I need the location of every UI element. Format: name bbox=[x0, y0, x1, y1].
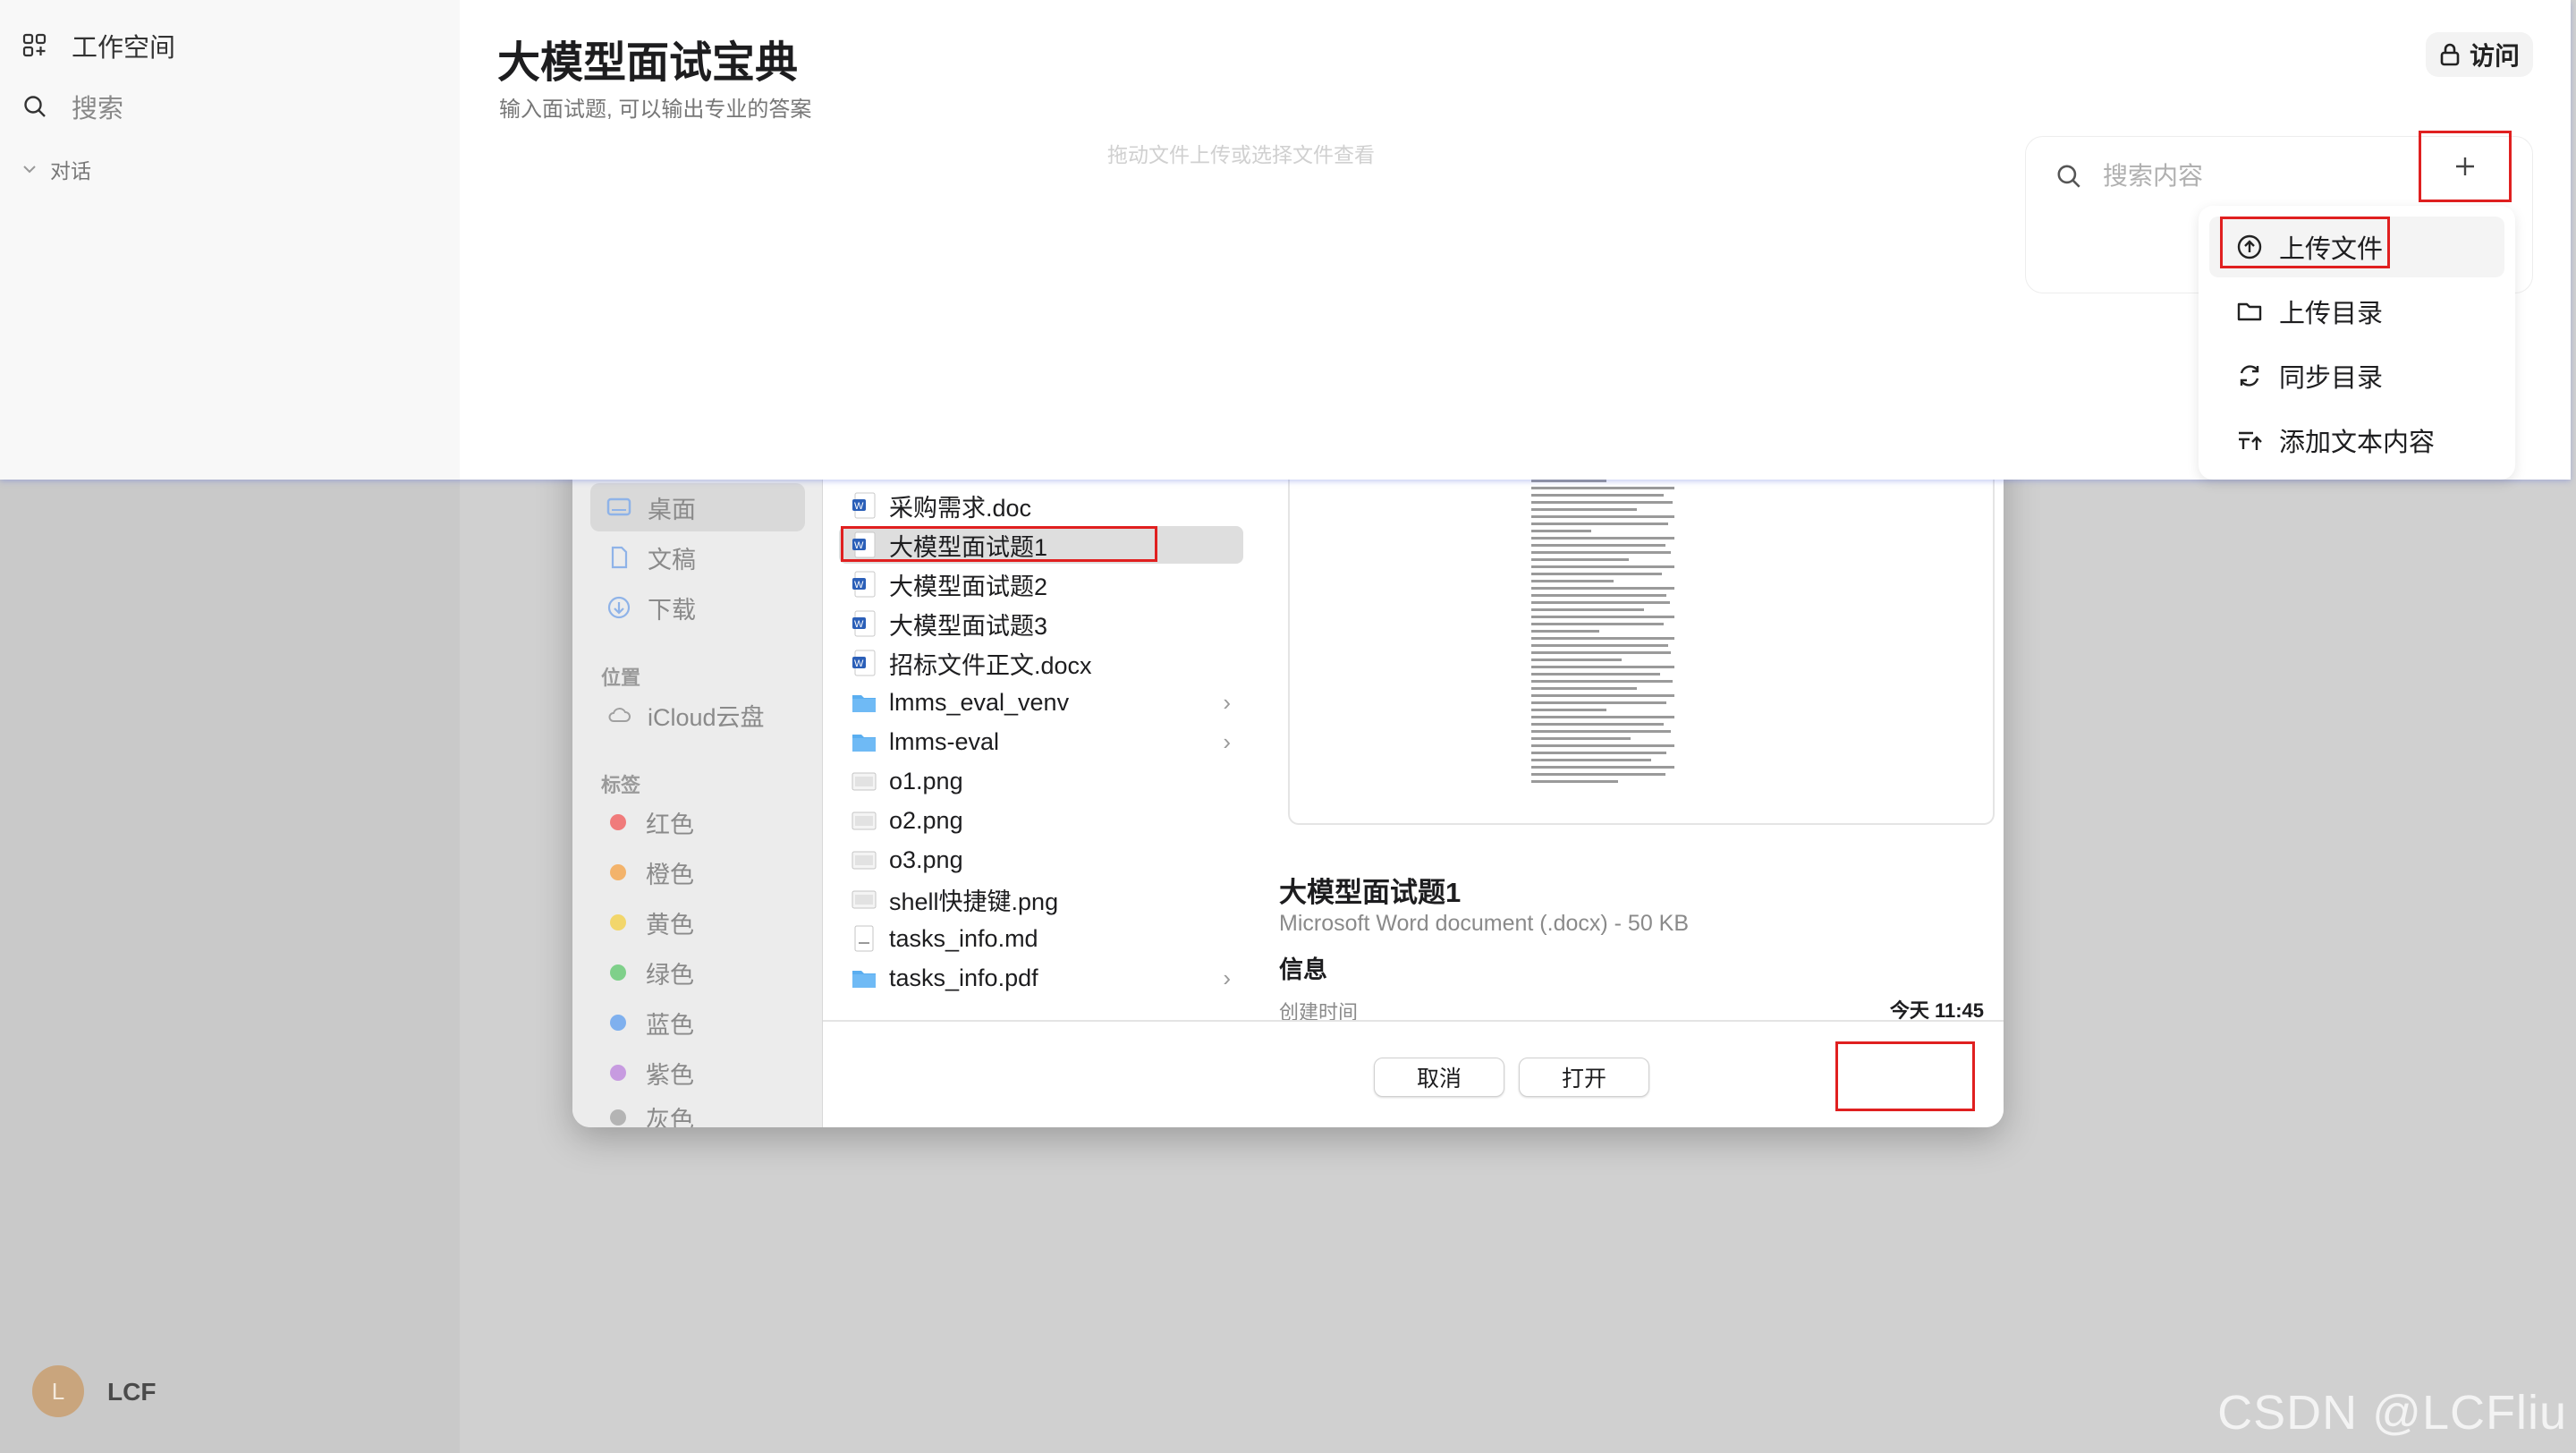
info-header: 信息 bbox=[1279, 956, 1327, 983]
dialog-footer: 取消 打开 bbox=[823, 1020, 2004, 1127]
tag-color-dot bbox=[610, 814, 626, 830]
file-row[interactable]: shell快捷键.png bbox=[839, 880, 1243, 918]
sidebar-item-icloud[interactable]: iCloud云盘 bbox=[590, 691, 805, 739]
tag-yellow[interactable]: 黄色 bbox=[590, 898, 805, 947]
preview-pane: 大模型面试题1 Microsoft Word document (.docx) … bbox=[1279, 421, 2004, 1024]
word-file-icon: W bbox=[852, 571, 876, 598]
svg-text:W: W bbox=[854, 619, 864, 630]
folder-icon bbox=[852, 695, 876, 712]
folder-icon bbox=[852, 971, 876, 988]
tag-color-dot bbox=[610, 1015, 626, 1031]
tag-color-dot bbox=[610, 864, 626, 880]
menu-item-upload-file[interactable]: 上传文件 bbox=[2209, 217, 2504, 277]
file-row[interactable]: W 大模型面试题2 bbox=[839, 565, 1243, 603]
document-preview bbox=[1288, 421, 1995, 825]
word-file-icon: W bbox=[852, 492, 876, 519]
search-icon bbox=[2055, 162, 2083, 195]
file-row[interactable]: W 采购需求.doc bbox=[839, 487, 1243, 524]
file-row[interactable]: lmms-eval › bbox=[839, 723, 1243, 760]
document-icon bbox=[611, 546, 628, 569]
folder-icon bbox=[852, 735, 876, 752]
workspace-icon bbox=[22, 33, 47, 57]
image-file-icon bbox=[852, 772, 877, 791]
nav-search[interactable]: 搜索 bbox=[21, 88, 123, 125]
tag-color-dot bbox=[610, 1065, 626, 1081]
tag-blue[interactable]: 蓝色 bbox=[590, 998, 805, 1047]
upload-menu: 上传文件 上传目录 同步目录 添加文本内容 bbox=[2199, 206, 2515, 480]
folder-icon bbox=[2237, 302, 2262, 321]
document-thumbnail bbox=[1531, 429, 1682, 805]
locations-header: 位置 bbox=[601, 667, 641, 689]
desktop-icon bbox=[606, 497, 631, 516]
image-file-icon bbox=[852, 890, 877, 909]
tag-red[interactable]: 红色 bbox=[590, 798, 805, 846]
sidebar-item-documents[interactable]: 文稿 bbox=[590, 533, 805, 582]
sidebar-item-downloads[interactable]: 下载 bbox=[590, 583, 805, 632]
drop-hint[interactable]: 拖动文件上传或选择文件查看 bbox=[1107, 138, 1375, 168]
upload-circle-icon bbox=[2237, 234, 2262, 259]
chevron-right-icon: › bbox=[1223, 688, 1231, 716]
tag-green[interactable]: 绿色 bbox=[590, 948, 805, 997]
watermark: CSDN @LCFliu bbox=[2217, 1386, 2567, 1440]
menu-item-upload-folder[interactable]: 上传目录 bbox=[2209, 281, 2504, 342]
chevron-right-icon: › bbox=[1223, 964, 1231, 991]
word-file-icon: W bbox=[852, 610, 876, 637]
word-file-icon: W bbox=[852, 531, 876, 558]
page-subtitle: 输入面试题, 可以输出专业的答案 bbox=[499, 98, 812, 122]
tag-color-dot bbox=[610, 1109, 626, 1126]
svg-text:W: W bbox=[854, 580, 864, 591]
nav-workspace[interactable]: 工作空间 bbox=[21, 27, 175, 64]
page-title: 大模型面试宝典 bbox=[497, 39, 799, 87]
dialog-sidebar: 桌面 文稿 下载 位置 iCloud云盘 标签 红色 橙色 黄色 绿色 蓝色 紫… bbox=[572, 421, 823, 1127]
tag-purple[interactable]: 紫色 bbox=[590, 1049, 805, 1097]
app-sidebar: 工作空间 搜索 对话 bbox=[0, 0, 460, 480]
lock-icon bbox=[2440, 43, 2460, 66]
avatar[interactable]: L bbox=[32, 1365, 84, 1417]
text-file-icon bbox=[854, 925, 874, 952]
file-row[interactable]: W 招标文件正文.docx bbox=[839, 644, 1243, 682]
svg-text:W: W bbox=[854, 659, 864, 669]
file-list: W 采购需求.doc W 大模型面试题1 W 大模型面试题2 W 大模型面试题3… bbox=[823, 421, 1261, 1020]
content-search-input[interactable] bbox=[2103, 158, 2407, 194]
open-button[interactable]: 打开 bbox=[1519, 1058, 1649, 1097]
cancel-button[interactable]: 取消 bbox=[1374, 1058, 1504, 1097]
download-icon bbox=[607, 596, 631, 619]
file-row[interactable]: o3.png bbox=[839, 841, 1243, 879]
add-button[interactable] bbox=[2419, 131, 2512, 202]
file-row[interactable]: tasks_info.md bbox=[839, 920, 1243, 957]
preview-file-type: Microsoft Word document (.docx) - 50 KB bbox=[1279, 911, 1690, 936]
svg-text:W: W bbox=[854, 540, 864, 551]
image-file-icon bbox=[852, 851, 877, 870]
add-text-icon bbox=[2239, 431, 2262, 450]
sidebar-item-desktop[interactable]: 桌面 bbox=[590, 483, 805, 531]
search-icon bbox=[24, 96, 46, 117]
menu-item-sync-folder[interactable]: 同步目录 bbox=[2209, 345, 2504, 406]
access-button[interactable]: 访问 bbox=[2426, 32, 2533, 77]
app-top-panel: 工作空间 搜索 对话 大模型面试宝典 输入面试题, 可以输出专业的答案 拖动文件… bbox=[0, 0, 2571, 480]
file-row[interactable]: W 大模型面试题3 bbox=[839, 605, 1243, 642]
image-file-icon bbox=[852, 811, 877, 830]
tag-gray[interactable]: 灰色 bbox=[590, 1093, 805, 1127]
file-row[interactable]: W 大模型面试题1 bbox=[839, 526, 1243, 564]
cloud-icon bbox=[608, 708, 631, 722]
file-row[interactable]: lmms_eval_venv › bbox=[839, 684, 1243, 721]
tag-orange[interactable]: 橙色 bbox=[590, 848, 805, 896]
file-row[interactable]: o1.png bbox=[839, 762, 1243, 800]
tag-color-dot bbox=[610, 964, 626, 981]
chevron-down-icon bbox=[23, 166, 36, 174]
preview-file-name: 大模型面试题1 bbox=[1279, 877, 1462, 908]
sync-icon bbox=[2240, 365, 2259, 387]
file-row[interactable]: tasks_info.pdf › bbox=[839, 959, 1243, 997]
nav-conversations[interactable]: 对话 bbox=[21, 154, 91, 184]
chevron-right-icon: › bbox=[1223, 727, 1231, 755]
plus-icon bbox=[2456, 157, 2474, 175]
file-row[interactable]: o2.png bbox=[839, 802, 1243, 839]
file-open-dialog: 桌面 文稿 下载 位置 iCloud云盘 标签 红色 橙色 黄色 绿色 蓝色 紫… bbox=[572, 421, 2004, 1127]
user-name: LCF bbox=[107, 1378, 157, 1406]
svg-text:W: W bbox=[854, 501, 864, 512]
word-file-icon: W bbox=[852, 650, 876, 676]
tags-header: 标签 bbox=[601, 774, 641, 796]
menu-item-add-text[interactable]: 添加文本内容 bbox=[2209, 410, 2504, 471]
tag-color-dot bbox=[610, 914, 626, 930]
